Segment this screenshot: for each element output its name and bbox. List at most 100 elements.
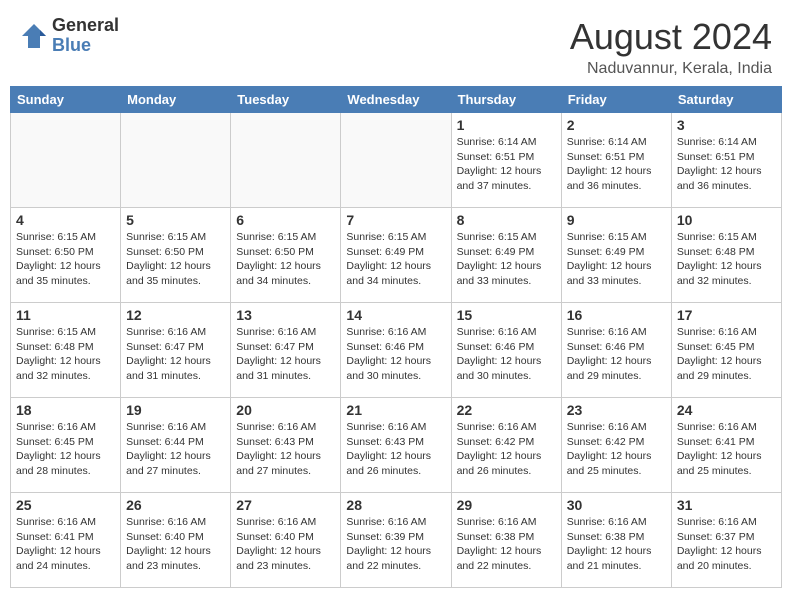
day-info: Sunrise: 6:16 AM Sunset: 6:42 PM Dayligh… xyxy=(457,420,556,479)
day-number: 10 xyxy=(677,212,776,228)
day-number: 29 xyxy=(457,497,556,513)
calendar-cell: 30 Sunrise: 6:16 AM Sunset: 6:38 PM Dayli… xyxy=(561,493,671,588)
calendar-cell: 9 Sunrise: 6:15 AM Sunset: 6:49 PM Daylig… xyxy=(561,208,671,303)
calendar-cell: 10 Sunrise: 6:15 AM Sunset: 6:48 PM Dayli… xyxy=(671,208,781,303)
day-info: Sunrise: 6:16 AM Sunset: 6:38 PM Dayligh… xyxy=(457,515,556,574)
calendar-cell xyxy=(121,113,231,208)
calendar-header-day: Sunday xyxy=(11,87,121,113)
day-info: Sunrise: 6:16 AM Sunset: 6:39 PM Dayligh… xyxy=(346,515,445,574)
day-number: 15 xyxy=(457,307,556,323)
calendar-table: SundayMondayTuesdayWednesdayThursdayFrid… xyxy=(10,86,782,588)
location: Naduvannur, Kerala, India xyxy=(570,60,772,78)
day-number: 20 xyxy=(236,402,335,418)
day-info: Sunrise: 6:16 AM Sunset: 6:41 PM Dayligh… xyxy=(677,420,776,479)
day-number: 22 xyxy=(457,402,556,418)
day-info: Sunrise: 6:14 AM Sunset: 6:51 PM Dayligh… xyxy=(567,135,666,194)
calendar-cell: 16 Sunrise: 6:16 AM Sunset: 6:46 PM Dayli… xyxy=(561,303,671,398)
calendar-cell: 19 Sunrise: 6:16 AM Sunset: 6:44 PM Dayli… xyxy=(121,398,231,493)
calendar-cell: 15Sunrise: 6:16 AM Sunset: 6:46 PM Dayli… xyxy=(451,303,561,398)
day-info: Sunrise: 6:15 AM Sunset: 6:49 PM Dayligh… xyxy=(346,230,445,289)
calendar-header-day: Thursday xyxy=(451,87,561,113)
day-info: Sunrise: 6:16 AM Sunset: 6:43 PM Dayligh… xyxy=(236,420,335,479)
day-number: 25 xyxy=(16,497,115,513)
calendar-cell: 4 Sunrise: 6:15 AM Sunset: 6:50 PM Daylig… xyxy=(11,208,121,303)
logo: General Blue xyxy=(20,16,119,56)
day-number: 21 xyxy=(346,402,445,418)
day-info: Sunrise: 6:14 AM Sunset: 6:51 PM Dayligh… xyxy=(677,135,776,194)
day-info: Sunrise: 6:15 AM Sunset: 6:48 PM Dayligh… xyxy=(677,230,776,289)
day-number: 13 xyxy=(236,307,335,323)
day-number: 31 xyxy=(677,497,776,513)
day-number: 2 xyxy=(567,117,666,133)
day-info: Sunrise: 6:14 AM Sunset: 6:51 PM Dayligh… xyxy=(457,135,556,194)
logo-blue-text: Blue xyxy=(52,36,119,56)
calendar-cell: 28Sunrise: 6:16 AM Sunset: 6:39 PM Dayli… xyxy=(341,493,451,588)
calendar-cell: 17 Sunrise: 6:16 AM Sunset: 6:45 PM Dayli… xyxy=(671,303,781,398)
calendar-week-row: 1 Sunrise: 6:14 AM Sunset: 6:51 PM Daylig… xyxy=(11,113,782,208)
calendar-cell: 23 Sunrise: 6:16 AM Sunset: 6:42 PM Dayli… xyxy=(561,398,671,493)
calendar-cell: 22 Sunrise: 6:16 AM Sunset: 6:42 PM Dayli… xyxy=(451,398,561,493)
calendar-header-day: Saturday xyxy=(671,87,781,113)
calendar-cell: 6 Sunrise: 6:15 AM Sunset: 6:50 PM Daylig… xyxy=(231,208,341,303)
day-info: Sunrise: 6:15 AM Sunset: 6:49 PM Dayligh… xyxy=(457,230,556,289)
day-number: 9 xyxy=(567,212,666,228)
calendar-week-row: 11Sunrise: 6:15 AM Sunset: 6:48 PM Dayli… xyxy=(11,303,782,398)
logo-general-text: General xyxy=(52,16,119,36)
day-number: 23 xyxy=(567,402,666,418)
day-info: Sunrise: 6:16 AM Sunset: 6:45 PM Dayligh… xyxy=(677,325,776,384)
calendar-header-day: Friday xyxy=(561,87,671,113)
day-number: 1 xyxy=(457,117,556,133)
calendar-cell: 1 Sunrise: 6:14 AM Sunset: 6:51 PM Daylig… xyxy=(451,113,561,208)
calendar-cell: 13 Sunrise: 6:16 AM Sunset: 6:47 PM Dayli… xyxy=(231,303,341,398)
day-info: Sunrise: 6:16 AM Sunset: 6:47 PM Dayligh… xyxy=(236,325,335,384)
day-number: 4 xyxy=(16,212,115,228)
calendar-cell: 24Sunrise: 6:16 AM Sunset: 6:41 PM Dayli… xyxy=(671,398,781,493)
calendar-cell: 8 Sunrise: 6:15 AM Sunset: 6:49 PM Daylig… xyxy=(451,208,561,303)
calendar-cell xyxy=(341,113,451,208)
day-number: 7 xyxy=(346,212,445,228)
logo-icon xyxy=(20,22,48,50)
day-number: 18 xyxy=(16,402,115,418)
day-info: Sunrise: 6:16 AM Sunset: 6:40 PM Dayligh… xyxy=(126,515,225,574)
calendar-cell: 14Sunrise: 6:16 AM Sunset: 6:46 PM Dayli… xyxy=(341,303,451,398)
calendar-week-row: 18 Sunrise: 6:16 AM Sunset: 6:45 PM Dayli… xyxy=(11,398,782,493)
day-info: Sunrise: 6:16 AM Sunset: 6:37 PM Dayligh… xyxy=(677,515,776,574)
day-info: Sunrise: 6:16 AM Sunset: 6:44 PM Dayligh… xyxy=(126,420,225,479)
day-info: Sunrise: 6:16 AM Sunset: 6:43 PM Dayligh… xyxy=(346,420,445,479)
calendar-header-day: Tuesday xyxy=(231,87,341,113)
day-info: Sunrise: 6:16 AM Sunset: 6:46 PM Dayligh… xyxy=(567,325,666,384)
day-number: 14 xyxy=(346,307,445,323)
day-info: Sunrise: 6:16 AM Sunset: 6:38 PM Dayligh… xyxy=(567,515,666,574)
day-number: 30 xyxy=(567,497,666,513)
calendar-cell: 21 Sunrise: 6:16 AM Sunset: 6:43 PM Dayli… xyxy=(341,398,451,493)
calendar-header-row: SundayMondayTuesdayWednesdayThursdayFrid… xyxy=(11,87,782,113)
day-number: 16 xyxy=(567,307,666,323)
calendar-cell: 27 Sunrise: 6:16 AM Sunset: 6:40 PM Dayli… xyxy=(231,493,341,588)
title-block: August 2024 Naduvannur, Kerala, India xyxy=(570,16,772,78)
day-info: Sunrise: 6:15 AM Sunset: 6:50 PM Dayligh… xyxy=(236,230,335,289)
calendar-cell xyxy=(11,113,121,208)
day-number: 19 xyxy=(126,402,225,418)
day-number: 3 xyxy=(677,117,776,133)
day-number: 8 xyxy=(457,212,556,228)
day-info: Sunrise: 6:16 AM Sunset: 6:45 PM Dayligh… xyxy=(16,420,115,479)
calendar-week-row: 25Sunrise: 6:16 AM Sunset: 6:41 PM Dayli… xyxy=(11,493,782,588)
day-number: 17 xyxy=(677,307,776,323)
day-info: Sunrise: 6:15 AM Sunset: 6:50 PM Dayligh… xyxy=(126,230,225,289)
page-header: General Blue August 2024 Naduvannur, Ker… xyxy=(0,0,792,86)
day-number: 26 xyxy=(126,497,225,513)
day-number: 27 xyxy=(236,497,335,513)
day-number: 5 xyxy=(126,212,225,228)
day-number: 6 xyxy=(236,212,335,228)
calendar-cell: 26 Sunrise: 6:16 AM Sunset: 6:40 PM Dayli… xyxy=(121,493,231,588)
day-info: Sunrise: 6:15 AM Sunset: 6:49 PM Dayligh… xyxy=(567,230,666,289)
calendar-cell: 2 Sunrise: 6:14 AM Sunset: 6:51 PM Daylig… xyxy=(561,113,671,208)
calendar-cell: 25Sunrise: 6:16 AM Sunset: 6:41 PM Dayli… xyxy=(11,493,121,588)
day-info: Sunrise: 6:16 AM Sunset: 6:47 PM Dayligh… xyxy=(126,325,225,384)
day-info: Sunrise: 6:15 AM Sunset: 6:50 PM Dayligh… xyxy=(16,230,115,289)
day-number: 11 xyxy=(16,307,115,323)
day-info: Sunrise: 6:16 AM Sunset: 6:42 PM Dayligh… xyxy=(567,420,666,479)
calendar-cell: 7 Sunrise: 6:15 AM Sunset: 6:49 PM Daylig… xyxy=(341,208,451,303)
calendar-header-day: Monday xyxy=(121,87,231,113)
day-info: Sunrise: 6:16 AM Sunset: 6:40 PM Dayligh… xyxy=(236,515,335,574)
